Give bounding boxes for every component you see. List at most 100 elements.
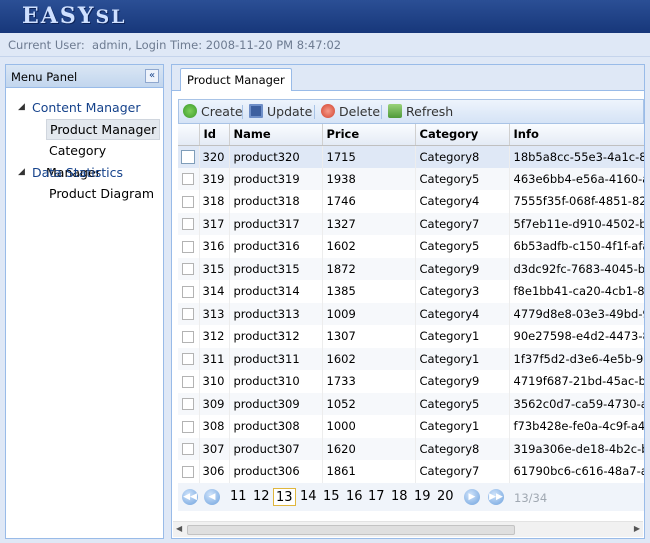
checkbox-icon[interactable] [182,240,195,253]
page-number-link[interactable]: 11 [230,488,247,506]
checkbox-icon[interactable] [182,263,195,276]
row-checkbox[interactable] [178,235,200,258]
refresh-icon [388,104,402,118]
column-header-info[interactable]: Info [509,124,644,146]
table-row[interactable]: 313 product313 1009 Category4 4779d8e8-03e3-… [178,302,644,325]
column-header-name[interactable]: Name [229,124,323,146]
cell-name: product317 [229,212,323,235]
row-checkbox[interactable] [178,437,200,460]
cell-info: 5f7eb11e-d910-4502-b [509,212,644,235]
checkbox-icon[interactable] [182,308,195,321]
cell-info: 463e6bb4-e56a-4160-a [509,167,644,190]
checkbox-icon[interactable] [182,398,195,411]
table-row[interactable]: 318 product318 1746 Category4 7555f35f-068f-… [178,190,644,213]
row-checkbox[interactable] [178,370,200,393]
row-checkbox[interactable] [178,167,200,190]
table-row[interactable]: 316 product316 1602 Category5 6b53adfb-c150-… [178,235,644,258]
page-number-link[interactable]: 18 [391,488,408,506]
table-row[interactable]: 308 product308 1000 Category1 f73b428e-fe0a-… [178,415,644,438]
cell-category: Category5 [415,392,510,415]
prev-page-icon[interactable]: ◀ [204,489,220,505]
cell-category: Category1 [415,325,510,348]
table-row[interactable]: 314 product314 1385 Category3 f8e1bb41-ca20-… [178,280,644,303]
table-row[interactable]: 317 product317 1327 Category7 5f7eb11e-d910-… [178,212,644,235]
expand-arrow-icon[interactable]: ◢ [18,162,25,184]
checkbox-icon[interactable] [182,173,195,186]
checkbox-icon[interactable] [182,330,195,343]
page-number-link[interactable]: 15 [323,488,340,506]
checkbox-icon[interactable] [182,420,195,433]
checkbox-icon[interactable] [182,375,195,388]
expand-arrow-icon[interactable]: ◢ [18,97,25,119]
row-checkbox[interactable] [178,415,200,438]
update-button[interactable]: Update [249,103,312,121]
cell-name: product310 [229,370,323,393]
cell-price: 1861 [322,460,416,483]
row-checkbox[interactable] [178,145,200,168]
row-checkbox[interactable] [178,190,200,213]
refresh-button[interactable]: Refresh [388,103,453,121]
toolbar-separator [381,105,382,119]
table-row[interactable]: 307 product307 1620 Category8 319a306e-de18-… [178,437,644,460]
cell-category: Category5 [415,167,510,190]
page-number-link[interactable]: 19 [414,488,431,506]
scroll-left-icon[interactable]: ◀ [176,524,182,533]
page-number-link[interactable]: 20 [437,488,454,506]
first-page-icon[interactable]: ◀◀ [182,489,198,505]
page-number-link[interactable]: 16 [346,488,363,506]
tree-item-category-manager[interactable]: Category Manager [6,140,163,180]
collapse-icon[interactable]: « [145,69,159,83]
select-all-header[interactable] [178,124,200,146]
cell-name: product314 [229,280,323,303]
next-page-icon[interactable]: ▶ [464,489,480,505]
column-header-category[interactable]: Category [415,124,510,146]
column-header-price[interactable]: Price [322,124,416,146]
table-row[interactable]: 310 product310 1733 Category9 4719f687-21bd-… [178,370,644,393]
checkbox-icon[interactable] [182,443,195,456]
cell-category: Category4 [415,190,510,213]
table-row[interactable]: 306 product306 1861 Category7 61790bc6-c616-… [178,460,644,483]
horizontal-scrollbar[interactable]: ◀ ▶ [173,521,643,537]
column-header-id[interactable]: Id [199,124,230,146]
row-checkbox[interactable] [178,325,200,348]
table-row[interactable]: 309 product309 1052 Category5 3562c0d7-ca59-… [178,392,644,415]
table-row[interactable]: 315 product315 1872 Category9 d3dc92fc-7683-… [178,257,644,280]
row-checkbox[interactable] [178,257,200,280]
current-page-number[interactable]: 13 [273,488,296,506]
row-checkbox[interactable] [178,460,200,483]
tree-item-product-diagram[interactable]: Product Diagram [6,183,163,205]
grid-toolbar: Create Update Delete Refresh [178,99,644,124]
tree-group-data-statistics[interactable]: ◢ Data Statistics [6,162,163,184]
last-page-icon[interactable]: ▶▶ [488,489,504,505]
row-checkbox[interactable] [178,302,200,325]
delete-button[interactable]: Delete [321,103,380,121]
checkbox-icon[interactable] [182,218,195,231]
table-row[interactable]: 320 product320 1715 Category8 18b5a8cc-55e3-… [178,145,644,168]
page-number-link[interactable]: 17 [368,488,385,506]
table-row[interactable]: 311 product311 1602 Category1 1f37f5d2-d3e6-… [178,347,644,370]
table-row[interactable]: 319 product319 1938 Category5 463e6bb4-e56a-… [178,167,644,190]
row-checkbox[interactable] [178,347,200,370]
app-logo: EASYSL [22,3,127,29]
row-checkbox[interactable] [178,392,200,415]
checkbox-icon[interactable] [182,195,195,208]
scrollbar-thumb[interactable] [187,525,515,535]
cell-price: 1620 [322,437,416,460]
tab-product-manager[interactable]: Product Manager [180,68,292,91]
row-checkbox[interactable] [178,212,200,235]
row-checkbox[interactable] [178,280,200,303]
checkbox-icon[interactable] [182,465,195,478]
checkbox-icon[interactable] [182,285,195,298]
tree-group-content-manager[interactable]: ◢ Content Manager [6,97,163,119]
table-row[interactable]: 312 product312 1307 Category1 90e27598-e4d2-… [178,325,644,348]
tree-item-product-manager[interactable]: Product Manager [6,118,163,141]
checkbox-icon[interactable] [181,149,196,164]
page-number-link[interactable]: 14 [300,488,317,506]
create-button[interactable]: Create [183,103,243,121]
page-number-link[interactable]: 12 [253,488,270,506]
cell-id: 309 [199,392,230,415]
cell-name: product320 [229,145,323,168]
checkbox-icon[interactable] [182,353,195,366]
scroll-right-icon[interactable]: ▶ [634,524,640,533]
page-info: 13/34 [514,491,548,505]
